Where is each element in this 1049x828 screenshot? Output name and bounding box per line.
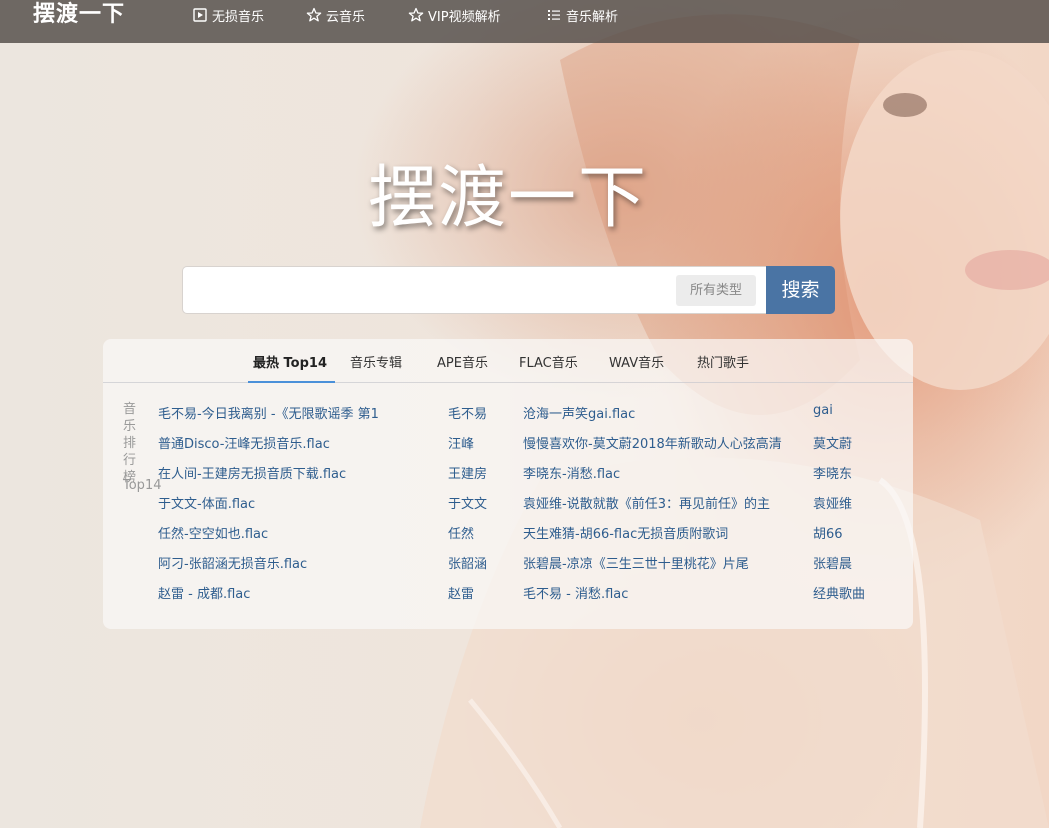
artist-link[interactable]: 于文文	[448, 493, 508, 512]
search-box: 所有类型	[182, 266, 766, 314]
song-link[interactable]: 在人间-王建房无损音质下载.flac	[158, 463, 438, 482]
artist-link[interactable]: 王建房	[448, 463, 508, 482]
list-icon	[546, 7, 562, 23]
song-link[interactable]: 阿刁-张韶涵无损音乐.flac	[158, 553, 438, 572]
play-square-icon	[192, 7, 208, 23]
song-link[interactable]: 慢慢喜欢你-莫文蔚2018年新歌动人心弦高清	[523, 433, 803, 452]
ranking-label-tail: Top14	[123, 478, 162, 493]
search-type-select[interactable]: 所有类型	[676, 275, 756, 306]
nav-music-parse[interactable]: 音乐解析	[546, 5, 618, 25]
artist-link[interactable]: 张碧晨	[813, 553, 893, 572]
nav-cloud-music[interactable]: 云音乐	[306, 5, 365, 25]
nav-label: 音乐解析	[566, 9, 619, 25]
nav-label: VIP视频解析	[428, 9, 501, 25]
list-item: 于文文-体面.flac 于文文 袁娅维-说散就散《前任3：再见前任》的主 袁娅维	[158, 491, 898, 521]
ranking-list: 毛不易-今日我离别 -《无限歌谣季 第1 毛不易 沧海一声笑gai.flac g…	[158, 401, 898, 611]
artist-link[interactable]: 袁娅维	[813, 493, 893, 512]
tab-wav[interactable]: WAV音乐	[609, 352, 664, 372]
active-tab-indicator	[248, 381, 335, 383]
panel-tabs: 最热 Top14 音乐专辑 APE音乐 FLAC音乐 WAV音乐 热门歌手	[103, 339, 913, 383]
song-link[interactable]: 毛不易-今日我离别 -《无限歌谣季 第1	[158, 403, 438, 422]
tab-ape[interactable]: APE音乐	[437, 352, 488, 372]
song-link[interactable]: 袁娅维-说散就散《前任3：再见前任》的主	[523, 493, 803, 512]
tab-albums[interactable]: 音乐专辑	[350, 352, 402, 372]
artist-link[interactable]: 经典歌曲	[813, 583, 893, 602]
nav-vip-video[interactable]: VIP视频解析	[408, 5, 501, 25]
ranking-label-char: 行	[123, 453, 137, 468]
artist-link[interactable]: 张韶涵	[448, 553, 508, 572]
search-button[interactable]: 搜索	[766, 266, 835, 314]
song-link[interactable]: 张碧晨-凉凉《三生三世十里桃花》片尾	[523, 553, 803, 572]
list-item: 普通Disco-汪峰无损音乐.flac 汪峰 慢慢喜欢你-莫文蔚2018年新歌动…	[158, 431, 898, 461]
artist-link[interactable]: 赵雷	[448, 583, 508, 602]
search-input[interactable]	[193, 277, 673, 305]
search-bar: 所有类型 搜索	[182, 266, 835, 314]
music-panel: 最热 Top14 音乐专辑 APE音乐 FLAC音乐 WAV音乐 热门歌手 音 …	[103, 339, 913, 629]
song-link[interactable]: 李晓东-消愁.flac	[523, 463, 803, 482]
song-link[interactable]: 毛不易 - 消愁.flac	[523, 583, 803, 602]
artist-link[interactable]: 莫文蔚	[813, 433, 893, 452]
list-item: 任然-空空如也.flac 任然 天生难猜-胡66-flac无损音质附歌词 胡66	[158, 521, 898, 551]
nav-lossless-music[interactable]: 无损音乐	[192, 5, 264, 25]
artist-link[interactable]: 任然	[448, 523, 508, 542]
artist-link[interactable]: 毛不易	[448, 403, 508, 422]
artist-link[interactable]: 胡66	[813, 523, 893, 542]
list-item: 毛不易-今日我离别 -《无限歌谣季 第1 毛不易 沧海一声笑gai.flac g…	[158, 401, 898, 431]
artist-link[interactable]: 汪峰	[448, 433, 508, 452]
star-icon	[306, 7, 322, 23]
artist-link[interactable]: 李晓东	[813, 463, 893, 482]
site-logo[interactable]: 摆渡一下	[33, 0, 125, 43]
song-link[interactable]: 任然-空空如也.flac	[158, 523, 438, 542]
song-link[interactable]: 于文文-体面.flac	[158, 493, 438, 512]
list-item: 在人间-王建房无损音质下载.flac 王建房 李晓东-消愁.flac 李晓东	[158, 461, 898, 491]
star-icon	[408, 7, 424, 23]
nav-label: 云音乐	[326, 9, 366, 25]
list-item: 阿刁-张韶涵无损音乐.flac 张韶涵 张碧晨-凉凉《三生三世十里桃花》片尾 张…	[158, 551, 898, 581]
nav-label: 无损音乐	[212, 9, 265, 25]
artist-link[interactable]: gai	[813, 403, 893, 418]
song-link[interactable]: 天生难猜-胡66-flac无损音质附歌词	[523, 523, 803, 542]
song-link[interactable]: 普通Disco-汪峰无损音乐.flac	[158, 433, 438, 452]
ranking-label-char: 音	[123, 402, 137, 417]
list-item: 赵雷 - 成都.flac 赵雷 毛不易 - 消愁.flac 经典歌曲	[158, 581, 898, 611]
top-navigation-bar: 摆渡一下 无损音乐 云音乐 VIP视频解析 音乐解析	[0, 0, 1049, 43]
ranking-label-char: 乐	[123, 419, 137, 434]
song-link[interactable]: 赵雷 - 成都.flac	[158, 583, 438, 602]
song-link[interactable]: 沧海一声笑gai.flac	[523, 403, 803, 422]
tab-top14[interactable]: 最热 Top14	[253, 352, 327, 372]
ranking-label-char: 排	[123, 436, 137, 451]
hero-title: 摆渡一下	[368, 159, 649, 238]
tab-flac[interactable]: FLAC音乐	[519, 352, 578, 372]
tab-hot-singers[interactable]: 热门歌手	[697, 352, 749, 372]
